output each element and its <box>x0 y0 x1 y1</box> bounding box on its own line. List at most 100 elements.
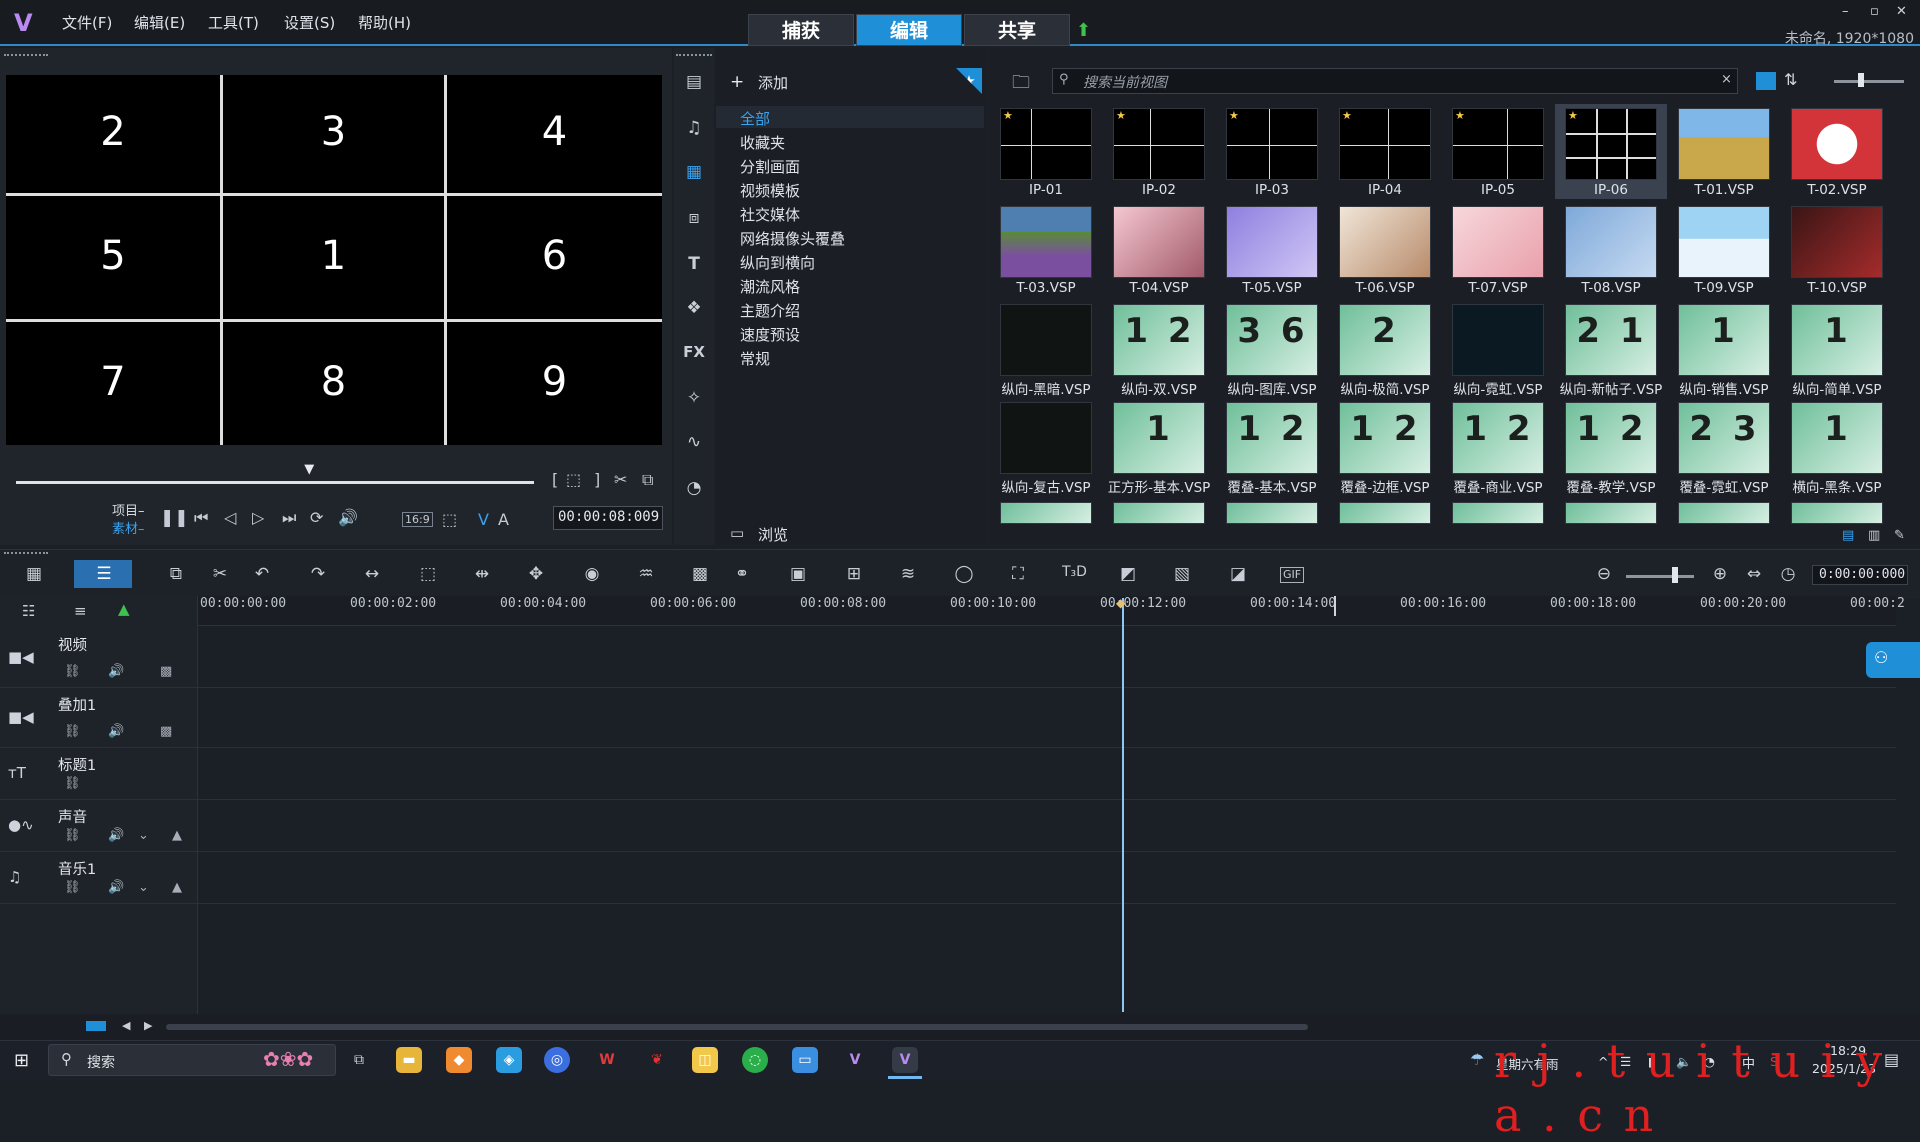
split-clip-icon[interactable]: ✂ <box>614 470 627 489</box>
next-frame-icon[interactable]: ▷ <box>252 508 264 527</box>
template-thumbnail[interactable]: 1 <box>1113 402 1205 474</box>
app-orange-icon[interactable]: ◆ <box>446 1047 472 1073</box>
menu-help[interactable]: 帮助(H) <box>358 12 411 33</box>
link-icon[interactable]: ⛓ <box>64 880 81 895</box>
template-thumbnail[interactable] <box>1452 206 1544 278</box>
fit-project-icon[interactable]: ⇔ <box>1742 564 1766 586</box>
template-thumbnail[interactable]: 1 <box>1791 402 1883 474</box>
scroll-right-icon[interactable]: ▶ <box>144 1019 152 1032</box>
graphics-icon[interactable]: ❖ <box>682 296 706 320</box>
category-portrait-to-landscape[interactable]: 纵向到横向 <box>740 252 815 273</box>
template-thumbnail[interactable] <box>1565 502 1657 524</box>
menu-tools[interactable]: 工具(T) <box>208 12 259 33</box>
crop-icon[interactable]: ⬚ <box>442 510 457 529</box>
template-thumbnail[interactable]: 2 3 <box>1678 402 1770 474</box>
template-thumbnail[interactable] <box>1339 206 1431 278</box>
a-icon[interactable]: A <box>498 510 509 529</box>
audio-icon[interactable]: ♫ <box>682 116 706 140</box>
end-icon[interactable]: ⏭ <box>282 508 296 528</box>
panel-grip[interactable] <box>4 552 48 556</box>
copy-icon[interactable]: ⧉ <box>164 564 188 586</box>
scroll-mode-icon[interactable] <box>86 1021 106 1031</box>
clip-mode-label[interactable]: 素材– <box>112 518 145 537</box>
pause-icon[interactable]: ❚❚ <box>160 508 189 528</box>
folder-icon[interactable]: 🗀 <box>1012 70 1030 100</box>
windows-start-icon[interactable]: ⊞ <box>14 1050 34 1071</box>
crop-tool-icon[interactable]: ⬚ <box>416 564 440 586</box>
template-icon[interactable]: ▦ <box>682 160 706 184</box>
template-thumbnail[interactable] <box>1678 502 1770 524</box>
category-social-media[interactable]: 社交媒体 <box>740 204 800 225</box>
link-icon[interactable]: ⛓ <box>64 664 81 679</box>
tools-icon[interactable]: ✂ <box>208 564 232 586</box>
restore-button[interactable]: ▫ <box>1870 4 1879 19</box>
expand-icon[interactable]: ▲ <box>172 828 182 843</box>
template-thumbnail[interactable]: 1 2 <box>1226 402 1318 474</box>
category-split-screen[interactable]: 分割画面 <box>740 156 800 177</box>
category-theme-intro[interactable]: 主题介绍 <box>740 300 800 321</box>
preview-timecode[interactable]: 00:00:08:009 <box>553 506 663 530</box>
template-thumbnail[interactable]: 2 1 <box>1565 304 1657 376</box>
sort-icon[interactable]: ⇅ <box>1784 70 1797 89</box>
template-thumbnail[interactable]: ★ <box>1452 108 1544 180</box>
title-icon[interactable]: T <box>682 252 706 276</box>
template-thumbnail[interactable]: ★ <box>1113 108 1205 180</box>
gif-icon[interactable]: GIF <box>1280 567 1304 583</box>
audio-wave-icon[interactable]: ♒ <box>634 564 658 586</box>
template-thumbnail[interactable] <box>1791 502 1883 524</box>
link-icon[interactable]: ⛓ <box>64 828 81 843</box>
volume-icon[interactable]: 🔊 <box>338 508 358 527</box>
mask-icon[interactable]: ◩ <box>1116 564 1140 586</box>
home-icon[interactable]: ⏮ <box>194 508 208 528</box>
speed-icon[interactable]: ◔ <box>682 476 706 500</box>
timeline-scrollbar[interactable] <box>166 1024 1308 1030</box>
template-thumbnail[interactable] <box>1452 304 1544 376</box>
path-icon[interactable]: ∿ <box>682 430 706 454</box>
wps-icon[interactable]: W <box>594 1047 620 1073</box>
repeat-icon[interactable]: ⟳ <box>310 508 323 527</box>
file-explorer-icon[interactable]: ▬ <box>396 1047 422 1073</box>
template-thumbnail[interactable] <box>1678 206 1770 278</box>
category-general[interactable]: 常规 <box>740 348 770 369</box>
tab-capture[interactable]: 捕获 <box>748 14 854 46</box>
3d-title-icon[interactable]: T₃D <box>1062 564 1087 586</box>
search-input[interactable]: ⚲ 搜索当前视图 × <box>1052 68 1738 94</box>
thumb-size-slider[interactable] <box>1834 80 1904 83</box>
template-thumbnail[interactable] <box>1791 108 1883 180</box>
media-library-icon[interactable]: ▤ <box>682 70 706 94</box>
template-thumbnail[interactable] <box>1226 206 1318 278</box>
taskbar-search-input[interactable]: ⚲ 搜索 ✿❀✿ <box>48 1044 336 1076</box>
add-track-icon[interactable]: ▲ <box>118 600 130 618</box>
zoom-slider[interactable] <box>1626 575 1694 578</box>
playhead-handle[interactable]: ◆ <box>1116 596 1130 610</box>
color-icon[interactable]: ◉ <box>580 564 604 586</box>
fit-timeline-icon[interactable]: ↔ <box>360 564 384 586</box>
template-thumbnail[interactable] <box>1565 206 1657 278</box>
v-icon[interactable]: V <box>478 510 489 529</box>
motion-icon[interactable]: ≋ <box>896 564 920 586</box>
mark-out-icon[interactable]: ] <box>594 470 600 489</box>
library-view-icon[interactable]: ▤ <box>1842 528 1854 543</box>
storyboard-view-icon[interactable]: ▦ <box>22 564 46 586</box>
videostudio-active-icon[interactable]: V <box>892 1047 918 1073</box>
template-thumbnail[interactable] <box>1452 502 1544 524</box>
browser-icon[interactable]: ◎ <box>544 1047 570 1073</box>
undo-icon[interactable]: ↶ <box>250 564 274 586</box>
template-thumbnail[interactable]: ★ <box>1226 108 1318 180</box>
side-widget-button[interactable]: ⚇ <box>1866 642 1920 678</box>
grid-icon[interactable]: ▩ <box>160 724 172 739</box>
subtitle-icon[interactable]: ▣ <box>786 564 810 586</box>
folder-app-icon[interactable]: ▭ <box>792 1047 818 1073</box>
template-thumbnail[interactable] <box>1113 206 1205 278</box>
task-view-icon[interactable]: ⧉ <box>346 1047 372 1073</box>
playhead[interactable] <box>1122 598 1124 1012</box>
category-trendy-style[interactable]: 潮流风格 <box>740 276 800 297</box>
mute-icon[interactable]: 🔊 <box>108 828 124 843</box>
panel-grip[interactable] <box>4 54 48 58</box>
track-row[interactable]: ■◀ 视频 ⛓ 🔊 ▩ <box>0 628 1896 688</box>
category-webcam-overlay[interactable]: 网络摄像头覆叠 <box>740 228 845 249</box>
track-row[interactable]: ●∿ 声音 ⛓ 🔊 ⌄ ▲ <box>0 800 1896 852</box>
template-thumbnail[interactable]: 2 <box>1339 304 1431 376</box>
template-thumbnail[interactable]: ★ <box>1000 108 1092 180</box>
collapse-icon[interactable]: ⌄ <box>138 880 149 895</box>
